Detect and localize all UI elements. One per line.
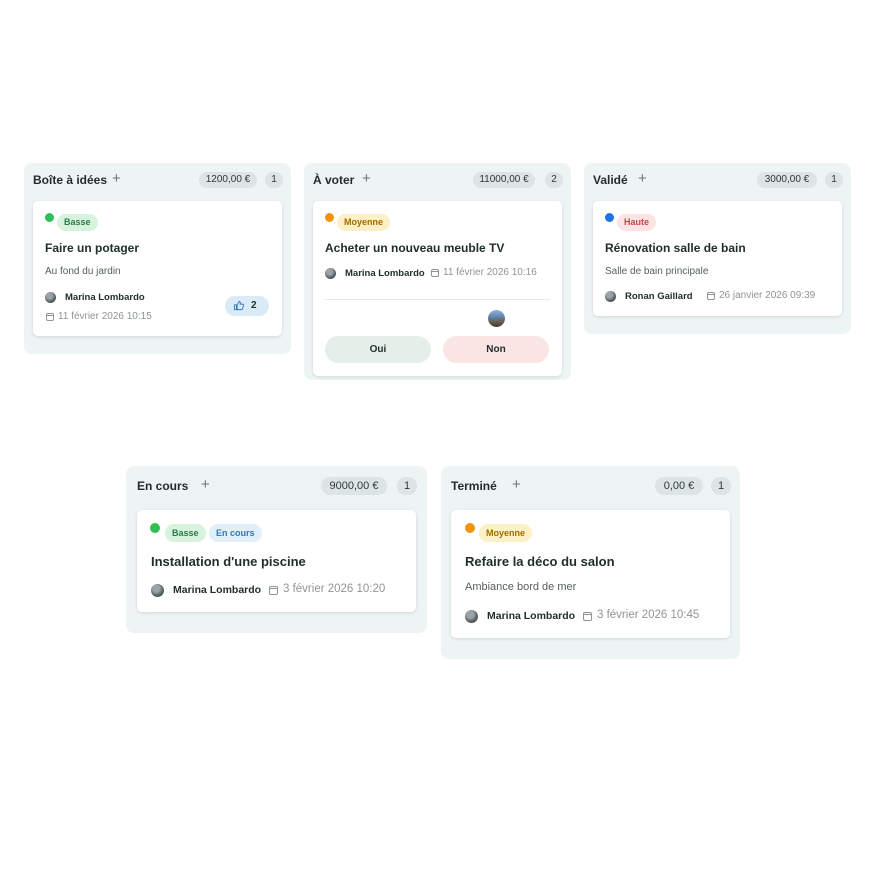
column-title: Validé xyxy=(593,173,628,187)
priority-dot xyxy=(45,213,54,222)
column-in-progress: En cours + 9000,00 € 1 Basse En cours In… xyxy=(126,466,427,633)
column-title: En cours xyxy=(137,479,189,493)
column-amount: 9000,00 € xyxy=(321,477,387,495)
column-amount: 11000,00 € xyxy=(473,172,535,188)
column-done: Terminé + 0,00 € 1 Moyenne Refaire la dé… xyxy=(441,466,740,659)
calendar-icon xyxy=(269,586,278,595)
priority-tag: Haute xyxy=(617,214,657,231)
vote-yes-button[interactable]: Oui xyxy=(325,336,431,363)
priority-dot xyxy=(465,523,475,533)
priority-tag: Basse xyxy=(57,214,98,231)
priority-tag: Moyenne xyxy=(337,214,391,231)
priority-dot xyxy=(325,213,334,222)
column-header: Boîte à idées + 1200,00 € 1 xyxy=(24,163,291,197)
column-count: 2 xyxy=(545,172,563,188)
vote-card[interactable]: Moyenne Acheter un nouveau meuble TV Mar… xyxy=(313,201,562,376)
column-title: Boîte à idées xyxy=(33,173,108,187)
author-name: Marina Lombardo xyxy=(487,610,576,622)
in-progress-card[interactable]: Basse En cours Installation d'une piscin… xyxy=(137,510,416,612)
author-name: Marina Lombardo xyxy=(345,268,425,279)
column-header: Validé + 3000,00 € 1 xyxy=(584,163,851,197)
add-card-icon[interactable]: + xyxy=(112,171,121,186)
card-title: Rénovation salle de bain xyxy=(605,241,746,255)
card-title: Refaire la déco du salon xyxy=(465,554,615,569)
card-date: 26 janvier 2026 09:39 xyxy=(719,290,816,301)
avatar xyxy=(605,291,616,302)
column-title: Terminé xyxy=(451,479,497,493)
card-description: Salle de bain principale xyxy=(605,266,709,277)
card-title: Faire un potager xyxy=(45,241,140,255)
add-card-icon[interactable]: + xyxy=(512,477,521,492)
column-amount: 0,00 € xyxy=(655,477,703,495)
column-header: À voter + 11000,00 € 2 xyxy=(304,163,571,197)
column-count: 1 xyxy=(825,172,843,188)
thumbs-up-icon xyxy=(233,300,244,311)
author-name: Ronan Gaillard xyxy=(625,291,693,302)
card-date: 3 février 2026 10:45 xyxy=(597,609,700,621)
calendar-icon xyxy=(707,292,715,300)
column-count: 1 xyxy=(711,477,731,495)
done-card[interactable]: Moyenne Refaire la déco du salon Ambianc… xyxy=(451,510,730,638)
vote-no-button[interactable]: Non xyxy=(443,336,549,363)
column-vote: À voter + 11000,00 € 2 Moyenne Acheter u… xyxy=(304,163,571,380)
avatar xyxy=(325,268,336,279)
column-count: 1 xyxy=(397,477,417,495)
avatar xyxy=(45,292,56,303)
add-card-icon[interactable]: + xyxy=(201,477,210,492)
column-header: En cours + 9000,00 € 1 xyxy=(126,466,427,500)
calendar-icon xyxy=(431,269,439,277)
card-date: 11 février 2026 10:15 xyxy=(58,311,152,322)
column-amount: 1200,00 € xyxy=(199,172,257,188)
priority-dot xyxy=(605,213,614,222)
card-title: Installation d'une piscine xyxy=(151,554,306,569)
card-description: Ambiance bord de mer xyxy=(465,581,577,593)
priority-dot xyxy=(150,523,160,533)
column-header: Terminé + 0,00 € 1 xyxy=(441,466,740,500)
add-card-icon[interactable]: + xyxy=(362,171,371,186)
divider xyxy=(325,299,550,300)
voter-avatar xyxy=(488,310,505,327)
column-validated: Validé + 3000,00 € 1 Haute Rénovation sa… xyxy=(584,163,851,334)
avatar xyxy=(151,584,164,597)
add-card-icon[interactable]: + xyxy=(638,171,647,186)
like-button[interactable]: 2 xyxy=(225,296,269,316)
card-title: Acheter un nouveau meuble TV xyxy=(325,241,505,255)
author-name: Marina Lombardo xyxy=(65,292,145,303)
validated-card[interactable]: Haute Rénovation salle de bain Salle de … xyxy=(593,201,842,316)
card-date: 3 février 2026 10:20 xyxy=(283,583,386,595)
card-date: 11 février 2026 10:16 xyxy=(443,267,537,278)
idea-card[interactable]: Basse Faire un potager Au fond du jardin… xyxy=(33,201,282,336)
column-amount: 3000,00 € xyxy=(757,172,817,188)
calendar-icon xyxy=(46,313,54,321)
column-count: 1 xyxy=(265,172,283,188)
like-count: 2 xyxy=(251,300,257,311)
author-name: Marina Lombardo xyxy=(173,584,262,596)
priority-tag: Basse xyxy=(165,524,206,542)
calendar-icon xyxy=(583,612,592,621)
avatar xyxy=(465,610,478,623)
column-ideas: Boîte à idées + 1200,00 € 1 Basse Faire … xyxy=(24,163,291,354)
column-title: À voter xyxy=(313,173,355,187)
status-tag: En cours xyxy=(209,524,262,542)
priority-tag: Moyenne xyxy=(479,524,533,542)
card-description: Au fond du jardin xyxy=(45,266,121,277)
